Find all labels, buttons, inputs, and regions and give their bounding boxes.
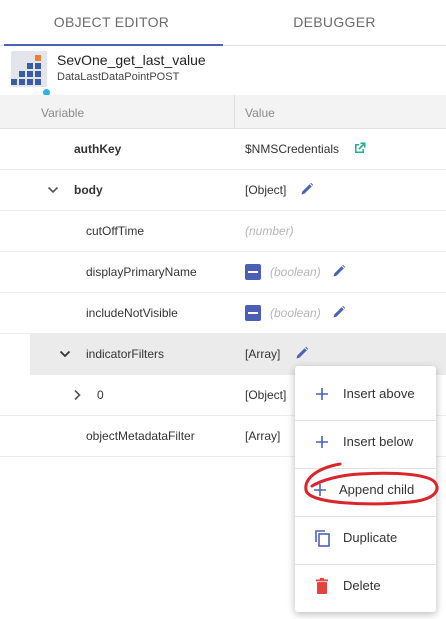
plus-icon [316,436,328,448]
menu-item-insert-below[interactable]: Insert below [295,422,436,462]
plus-icon [316,388,328,400]
table-row[interactable]: cutOffTime (number) [0,211,446,252]
pencil-icon[interactable] [332,264,346,278]
tab-bar: OBJECT EDITOR DEBUGGER [0,0,446,46]
object-type: DataLastDataPointPOST [57,71,180,83]
menu-item-duplicate[interactable]: Duplicate [295,518,436,558]
menu-item-label: Insert below [343,434,414,449]
variable-name: displayPrimaryName [86,265,197,279]
menu-divider [295,468,436,469]
trash-icon [316,578,328,594]
open-external-icon[interactable] [353,141,367,155]
context-menu: Insert above Insert below Append child D… [295,366,436,612]
chevron-down-icon[interactable] [58,347,72,361]
menu-item-label: Insert above [343,386,415,401]
column-header-value: Value [245,106,275,120]
variable-value: (boolean) [270,306,321,320]
variable-value: $NMSCredentials [245,142,340,156]
tab-object-editor[interactable]: OBJECT EDITOR [0,0,223,46]
variable-name: authKey [74,142,122,156]
table-row[interactable]: body [Object] [0,170,446,211]
column-header-variable: Variable [41,106,85,120]
indeterminate-checkbox[interactable] [245,264,261,280]
variable-name: objectMetadataFilter [86,429,195,443]
table-row[interactable]: includeNotVisible (boolean) [0,293,446,334]
menu-item-append-child[interactable]: Append child [295,470,436,510]
pencil-icon[interactable] [300,182,314,196]
menu-item-delete[interactable]: Delete [295,566,436,606]
menu-divider [295,564,436,565]
plus-icon [314,484,326,496]
chevron-down-icon[interactable] [46,183,60,197]
variable-value: [Object] [245,183,287,197]
object-header: SevOne_get_last_value DataLastDataPointP… [0,46,446,97]
chevron-right-icon[interactable] [70,388,84,402]
menu-divider [295,420,436,421]
table-row[interactable]: authKey $NMSCredentials [0,129,446,170]
stacked-blocks-icon [11,51,47,87]
variable-value: (number) [245,224,294,238]
menu-item-label: Delete [343,578,381,593]
variable-value: [Object] [245,388,287,402]
menu-divider [295,516,436,517]
menu-item-insert-above[interactable]: Insert above [295,374,436,414]
variable-value: [Array] [245,429,281,443]
variable-name: cutOffTime [86,224,145,238]
pencil-icon[interactable] [332,305,346,319]
table-row[interactable]: displayPrimaryName (boolean) [0,252,446,293]
menu-item-label: Append child [339,482,415,497]
copy-icon [315,530,330,547]
object-name: SevOne_get_last_value [57,52,206,68]
variable-name: includeNotVisible [86,306,178,320]
pencil-icon[interactable] [295,346,309,360]
column-divider [234,95,235,129]
menu-item-label: Duplicate [343,530,398,545]
variable-name: body [74,183,103,197]
grid-header: Variable Value [0,95,446,129]
tab-debugger[interactable]: DEBUGGER [223,0,446,45]
indeterminate-checkbox[interactable] [245,305,261,321]
variable-value: [Array] [245,347,281,361]
variable-value: (boolean) [270,265,321,279]
variable-name: 0 [97,388,104,402]
variable-name: indicatorFilters [86,347,165,361]
